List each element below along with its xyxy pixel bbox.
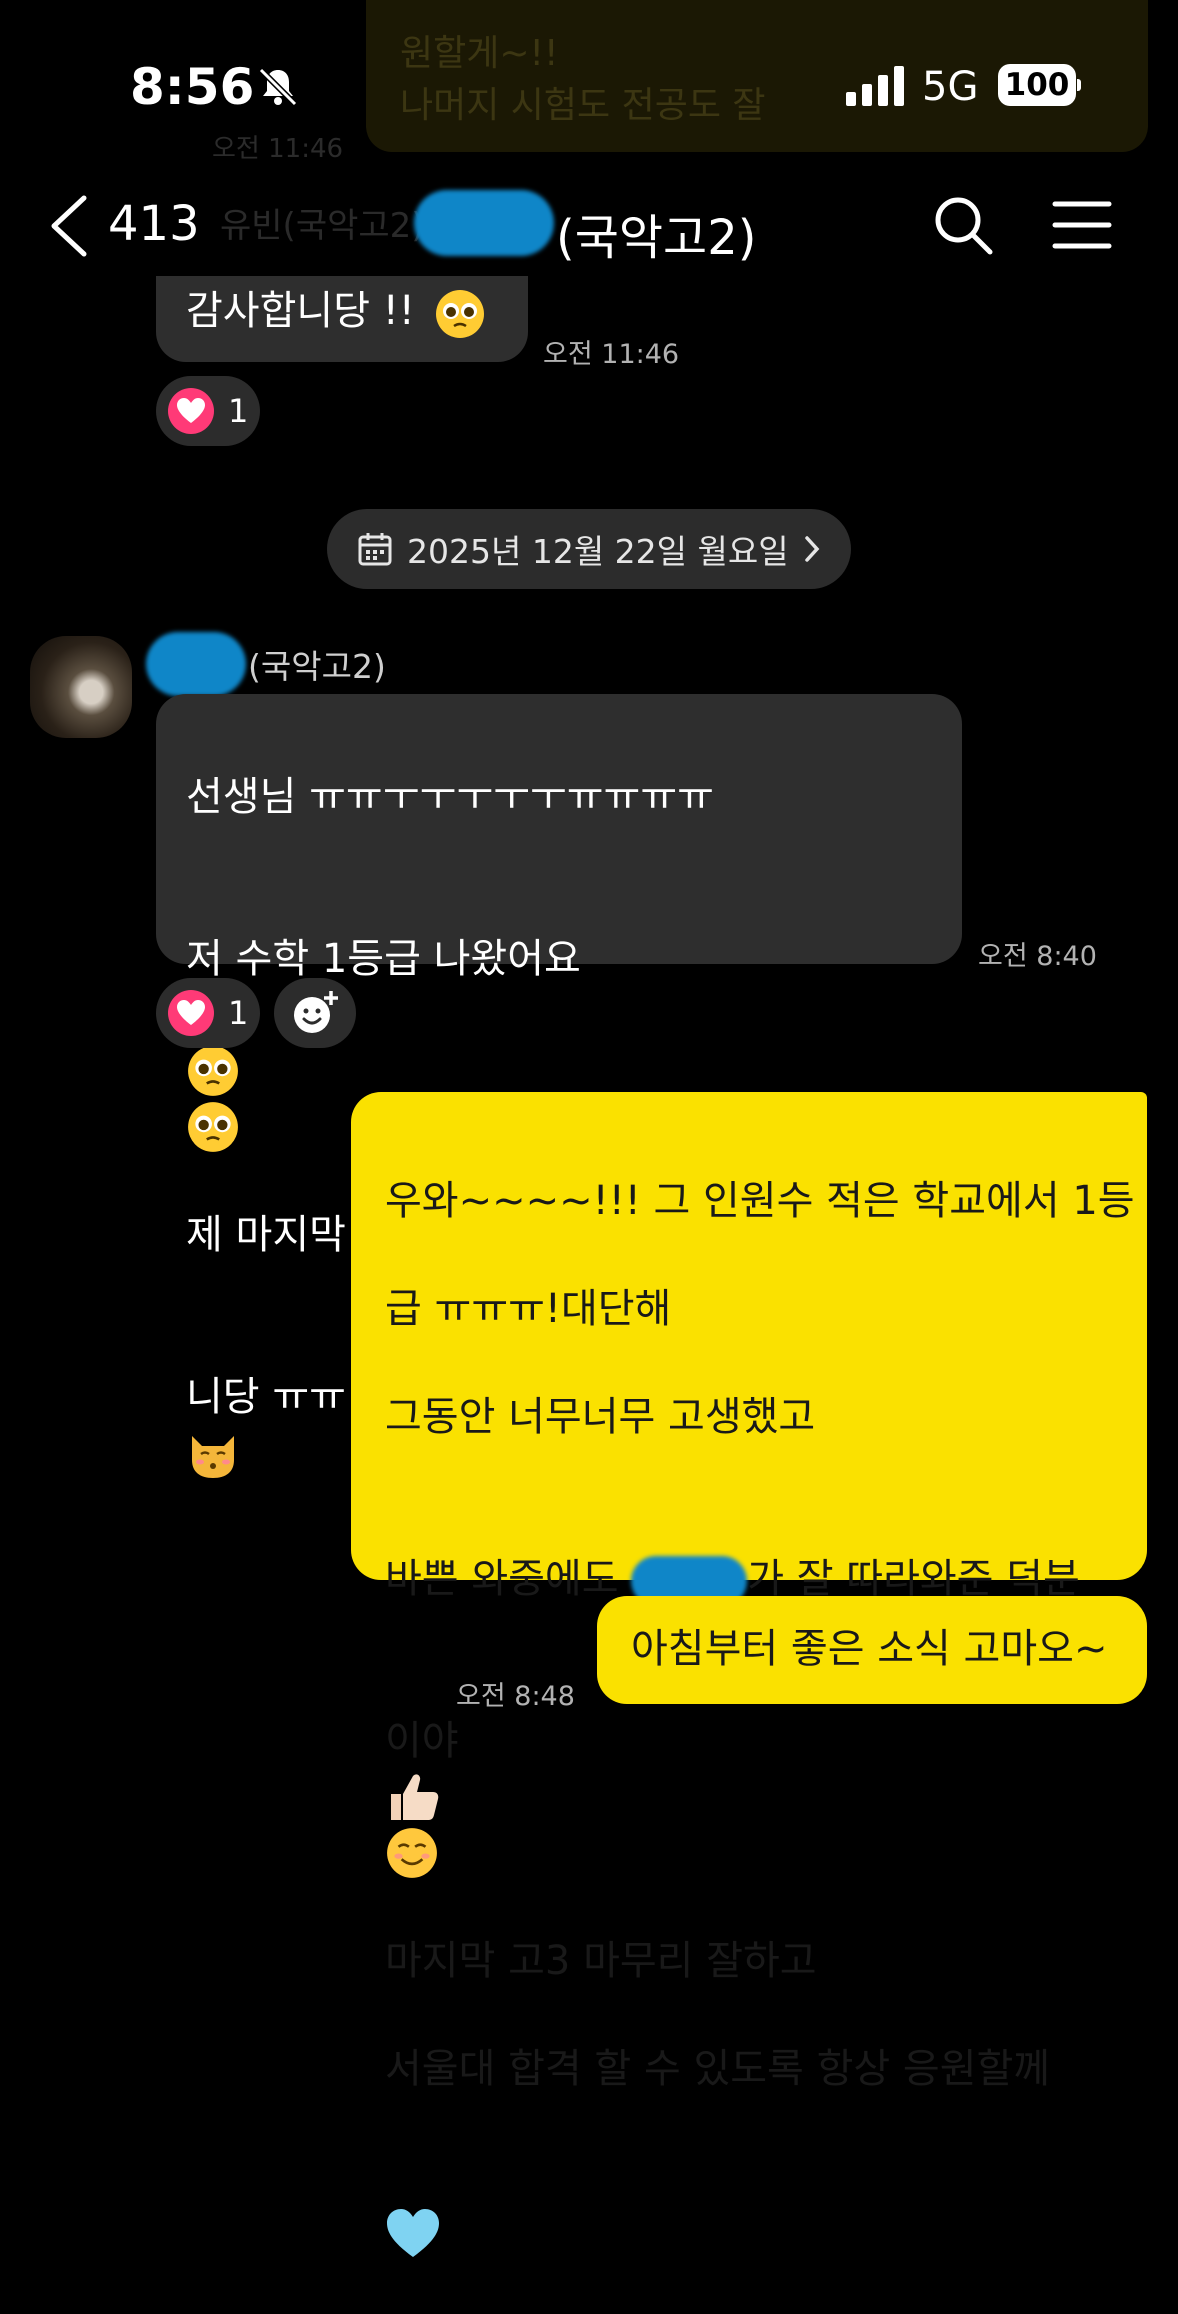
add-reaction-button[interactable]: [274, 978, 356, 1048]
message-text: 아침부터 좋은 소식 고마오~: [631, 1626, 1108, 1672]
message-line-text: 저 수학 1등급 나왔어요: [186, 936, 581, 982]
message-line: 마지막 고3 마무리 잘하고: [385, 1938, 817, 1984]
sender-name: (국악고2): [248, 647, 386, 686]
message-line: [385, 2150, 1135, 2260]
ghost-line: 원할게~!!: [400, 33, 559, 74]
message-line-text: 이야: [385, 1718, 459, 1764]
calendar-icon: [358, 533, 392, 566]
signal-icon: [846, 66, 904, 106]
message-line: 서울대 합격 할 수 있도록 항상 응원할께: [385, 2046, 1051, 2092]
add-reaction-icon: [294, 991, 338, 1033]
chevron-right-icon: [804, 536, 819, 562]
message-line-text: 니당 ㅠㅠ: [186, 1374, 346, 1420]
date-divider[interactable]: 2025년 12월 22일 월요일: [327, 509, 851, 589]
message-line: 선생님 ㅠㅠㅜㅜㅜㅜㅜㅠㅠㅠㅠ: [186, 774, 714, 820]
message-text: 감사합니당 !!: [186, 288, 415, 334]
reaction-heart[interactable]: 1: [156, 978, 260, 1048]
menu-icon[interactable]: [1052, 200, 1112, 250]
message-line-text: 바쁜 와중에도: [385, 1556, 632, 1602]
reaction-count: 1: [228, 994, 249, 1032]
battery-level: 100: [998, 64, 1076, 106]
status-time: 8:56: [130, 58, 255, 116]
message-line: 급 ㅠㅠㅠ!대단해: [385, 1286, 672, 1332]
ghost-time: 오전 11:46: [212, 134, 344, 164]
message-text: 우와~~~~!!! 그 인원수 적은 학교에서 1등 급 ㅠㅠㅠ!대단해 그동안…: [385, 1120, 1135, 2314]
bell-slash-icon: [258, 67, 298, 107]
reaction-heart[interactable]: 1: [156, 376, 260, 446]
redaction-mark: [414, 190, 554, 256]
date-text: 2025년 12월 22일 월요일: [407, 532, 789, 571]
thumbs-up-icon: [391, 1774, 439, 1820]
pleading-face-icon: [436, 290, 484, 338]
light-blue-heart-icon: [387, 2209, 439, 2257]
smiling-face-icon: [387, 1828, 437, 1878]
message-line: 우와~~~~!!! 그 인원수 적은 학교에서 1등: [385, 1178, 1135, 1224]
message-time: 오전 11:46: [543, 339, 680, 370]
heart-icon: [168, 990, 214, 1036]
redaction-mark: [146, 632, 246, 696]
ghost-previous-text: 원할게~!! 나머지 시험도 전공도 잘: [400, 28, 1100, 132]
message-line: 그동안 너무너무 고생했고: [385, 1394, 816, 1440]
my-message-bubble[interactable]: 우와~~~~!!! 그 인원수 적은 학교에서 1등 급 ㅠㅠㅠ!대단해 그동안…: [351, 1092, 1147, 2257]
ghost-sender-name: 유빈(국악고2): [220, 206, 425, 246]
avatar[interactable]: [30, 636, 132, 738]
ghost-line: 나머지 시험도 전공도 잘: [400, 85, 766, 126]
battery-nub: [1077, 79, 1081, 91]
message-bubble[interactable]: 선생님 ㅠㅠㅜㅜㅜㅜㅜㅠㅠㅠㅠ 저 수학 1등급 나왔어요 제 마지막 니당 ㅠ…: [156, 694, 962, 1478]
back-chevron-icon[interactable]: [48, 194, 90, 258]
kissing-cat-icon: [192, 1436, 234, 1478]
search-icon[interactable]: [932, 194, 994, 256]
reaction-count: 1: [228, 392, 249, 430]
unread-count[interactable]: 413: [108, 196, 200, 252]
message-time: 오전 8:48: [456, 1681, 575, 1712]
my-message-bubble[interactable]: 아침부터 좋은 소식 고마오~: [597, 1596, 1147, 1704]
message-time: 오전 8:40: [978, 941, 1097, 972]
network-type: 5G: [922, 64, 979, 110]
heart-icon: [168, 388, 214, 434]
pleading-face-icon: [188, 1046, 238, 1096]
message-line: 바쁜 와중에도 가 잘 따라와준 덕분: [385, 1498, 1135, 1606]
chat-title[interactable]: (국악고2): [556, 198, 756, 268]
message-bubble[interactable]: 감사합니당 !!: [156, 276, 528, 362]
pleading-face-icon: [188, 1102, 238, 1152]
